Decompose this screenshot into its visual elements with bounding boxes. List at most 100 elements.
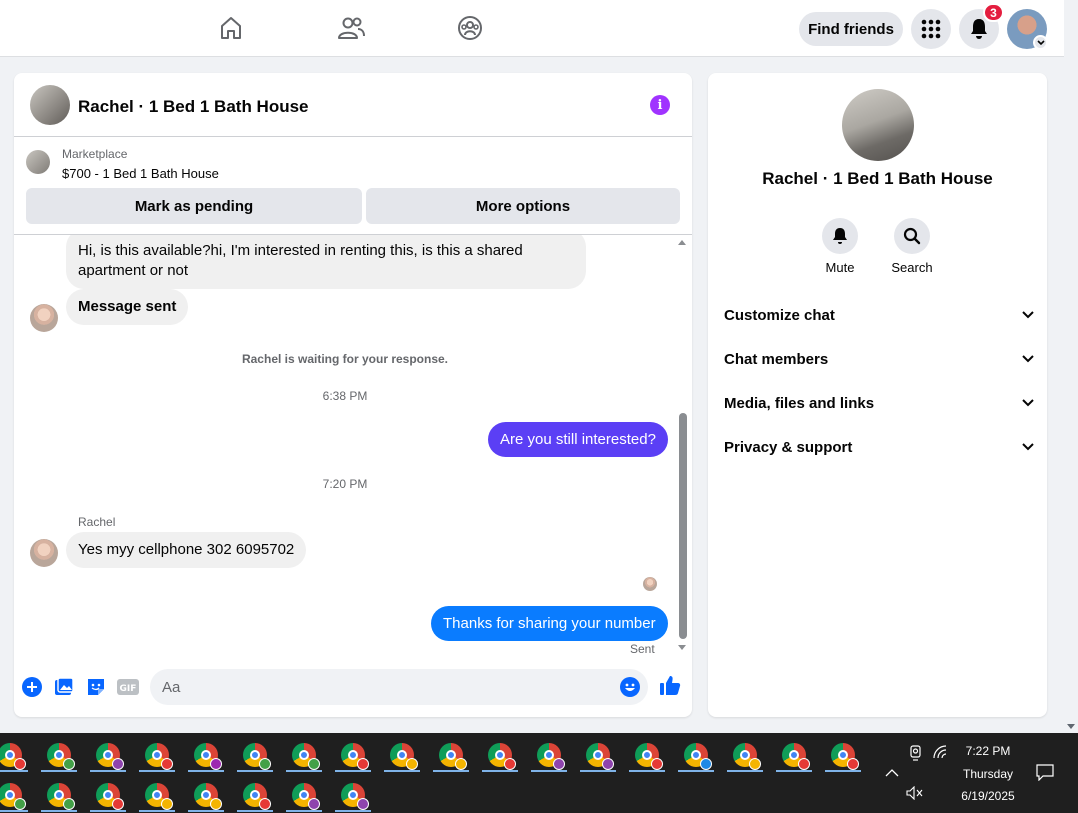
waiting-notice: Rachel is waiting for your response. — [241, 352, 449, 366]
chrome-icon — [96, 783, 124, 810]
mute-label: Mute — [825, 260, 855, 275]
chrome-icon — [194, 783, 222, 810]
taskbar-chrome-window[interactable] — [282, 777, 326, 813]
clock-date[interactable]: 6/19/2025 — [948, 789, 1028, 803]
more-options-button[interactable]: More options — [366, 188, 680, 224]
section-label: Privacy & support — [724, 438, 853, 456]
chevron-up-icon[interactable] — [885, 765, 899, 781]
photo-icon[interactable] — [53, 676, 75, 698]
taskbar: 7:22 PM Thursday 6/19/2025 — [0, 733, 1078, 813]
chrome-icon — [635, 743, 663, 770]
search-icon — [894, 218, 930, 254]
taskbar-chrome-window[interactable] — [625, 737, 669, 773]
emoji-icon[interactable] — [619, 676, 641, 698]
sticker-icon[interactable] — [85, 676, 107, 698]
taskbar-chrome-window[interactable] — [380, 737, 424, 773]
chrome-icon — [341, 783, 369, 810]
chrome-icon — [243, 783, 271, 810]
chevron-down-icon — [1022, 311, 1034, 319]
search-button[interactable]: Search — [882, 218, 942, 275]
chrome-icon — [341, 743, 369, 770]
taskbar-chrome-window[interactable] — [0, 777, 32, 813]
taskbar-chrome-window[interactable] — [282, 737, 326, 773]
friends-icon[interactable] — [337, 14, 365, 42]
taskbar-chrome-window[interactable] — [478, 737, 522, 773]
sender-avatar[interactable] — [30, 304, 58, 332]
mark-as-pending-button[interactable]: Mark as pending — [26, 188, 362, 224]
taskbar-chrome-window[interactable] — [86, 737, 130, 773]
taskbar-chrome-window[interactable] — [184, 737, 228, 773]
marketplace-label: Marketplace — [62, 147, 128, 161]
bell-icon — [971, 19, 987, 39]
taskbar-chrome-window[interactable] — [772, 737, 816, 773]
contact-avatar[interactable] — [842, 89, 914, 161]
scroll-down-arrow[interactable] — [678, 645, 686, 650]
chat-title[interactable]: Rachel · 1 Bed 1 Bath House — [78, 97, 309, 117]
wifi-icon[interactable] — [933, 745, 949, 762]
chrome-icon — [243, 743, 271, 770]
section-media-files-links[interactable]: Media, files and links — [724, 391, 1034, 415]
taskbar-chrome-window[interactable] — [37, 737, 81, 773]
bell-icon — [822, 218, 858, 254]
taskbar-chrome-window[interactable] — [135, 737, 179, 773]
taskbar-chrome-window[interactable] — [723, 737, 767, 773]
listing-title[interactable]: $700 - 1 Bed 1 Bath House — [62, 166, 219, 181]
notification-center-icon[interactable] — [1036, 764, 1054, 784]
listing-thumbnail[interactable] — [26, 150, 50, 174]
taskbar-chrome-window[interactable] — [429, 737, 473, 773]
find-friends-button[interactable]: Find friends — [799, 12, 903, 46]
chevron-down-icon — [1022, 399, 1034, 407]
incoming-message: Yes myy cellphone 302 6095702 — [66, 532, 307, 568]
like-icon[interactable] — [659, 674, 681, 696]
taskbar-chrome-window[interactable] — [37, 777, 81, 813]
sender-avatar[interactable] — [30, 539, 58, 567]
taskbar-chrome-window[interactable] — [674, 737, 718, 773]
info-icon[interactable]: i — [650, 95, 670, 115]
marketplace-bar: Marketplace $700 - 1 Bed 1 Bath House Ma… — [14, 137, 692, 235]
chrome-icon — [488, 743, 516, 770]
taskbar-chrome-window[interactable] — [86, 777, 130, 813]
taskbar-chrome-window[interactable] — [233, 737, 277, 773]
composer: GIF Aa — [14, 659, 692, 717]
taskbar-chrome-window[interactable] — [233, 777, 277, 813]
sender-name: Rachel — [78, 515, 116, 529]
taskbar-chrome-window[interactable] — [331, 737, 375, 773]
taskbar-chrome-window[interactable] — [527, 737, 571, 773]
chrome-icon — [390, 743, 418, 770]
message-scrollbar[interactable] — [678, 235, 690, 659]
chat-avatar[interactable] — [30, 85, 70, 125]
plus-icon[interactable] — [21, 676, 43, 698]
top-navigation: Find friends 3 — [0, 0, 1064, 57]
section-privacy-support[interactable]: Privacy & support — [724, 435, 1034, 459]
home-icon[interactable] — [217, 14, 245, 42]
chrome-icon — [292, 743, 320, 770]
search-label: Search — [891, 260, 933, 275]
mute-button[interactable]: Mute — [810, 218, 870, 275]
taskbar-chrome-window[interactable] — [0, 737, 32, 773]
grid-icon — [921, 19, 941, 39]
incoming-message: Hi, is this available?hi, I'm interested… — [66, 235, 586, 289]
section-chat-members[interactable]: Chat members — [724, 347, 1034, 371]
contact-name[interactable]: Rachel · 1 Bed 1 Bath House — [708, 169, 1047, 189]
section-customize-chat[interactable]: Customize chat — [724, 303, 1034, 327]
message-input[interactable]: Aa — [150, 669, 648, 705]
menu-grid-button[interactable] — [911, 9, 951, 49]
chevron-down-icon[interactable] — [1033, 35, 1048, 50]
taskbar-chrome-window[interactable] — [331, 777, 375, 813]
page-scrollbar[interactable] — [1064, 0, 1078, 733]
clock-time[interactable]: 7:22 PM — [948, 744, 1028, 758]
gif-icon[interactable]: GIF — [117, 676, 139, 698]
speaker-muted-icon[interactable] — [906, 785, 924, 803]
chat-info-panel: Rachel · 1 Bed 1 Bath House Mute Search … — [708, 73, 1047, 717]
taskbar-chrome-window[interactable] — [184, 777, 228, 813]
taskbar-chrome-window[interactable] — [821, 737, 865, 773]
taskbar-chrome-window[interactable] — [135, 777, 179, 813]
groups-icon[interactable] — [456, 14, 484, 42]
chrome-icon — [292, 783, 320, 810]
chrome-icon — [47, 783, 75, 810]
taskbar-chrome-window[interactable] — [576, 737, 620, 773]
notification-badge: 3 — [983, 3, 1004, 22]
chrome-icon — [831, 743, 859, 770]
camera-icon[interactable] — [909, 745, 923, 764]
clock-day[interactable]: Thursday — [948, 767, 1028, 781]
